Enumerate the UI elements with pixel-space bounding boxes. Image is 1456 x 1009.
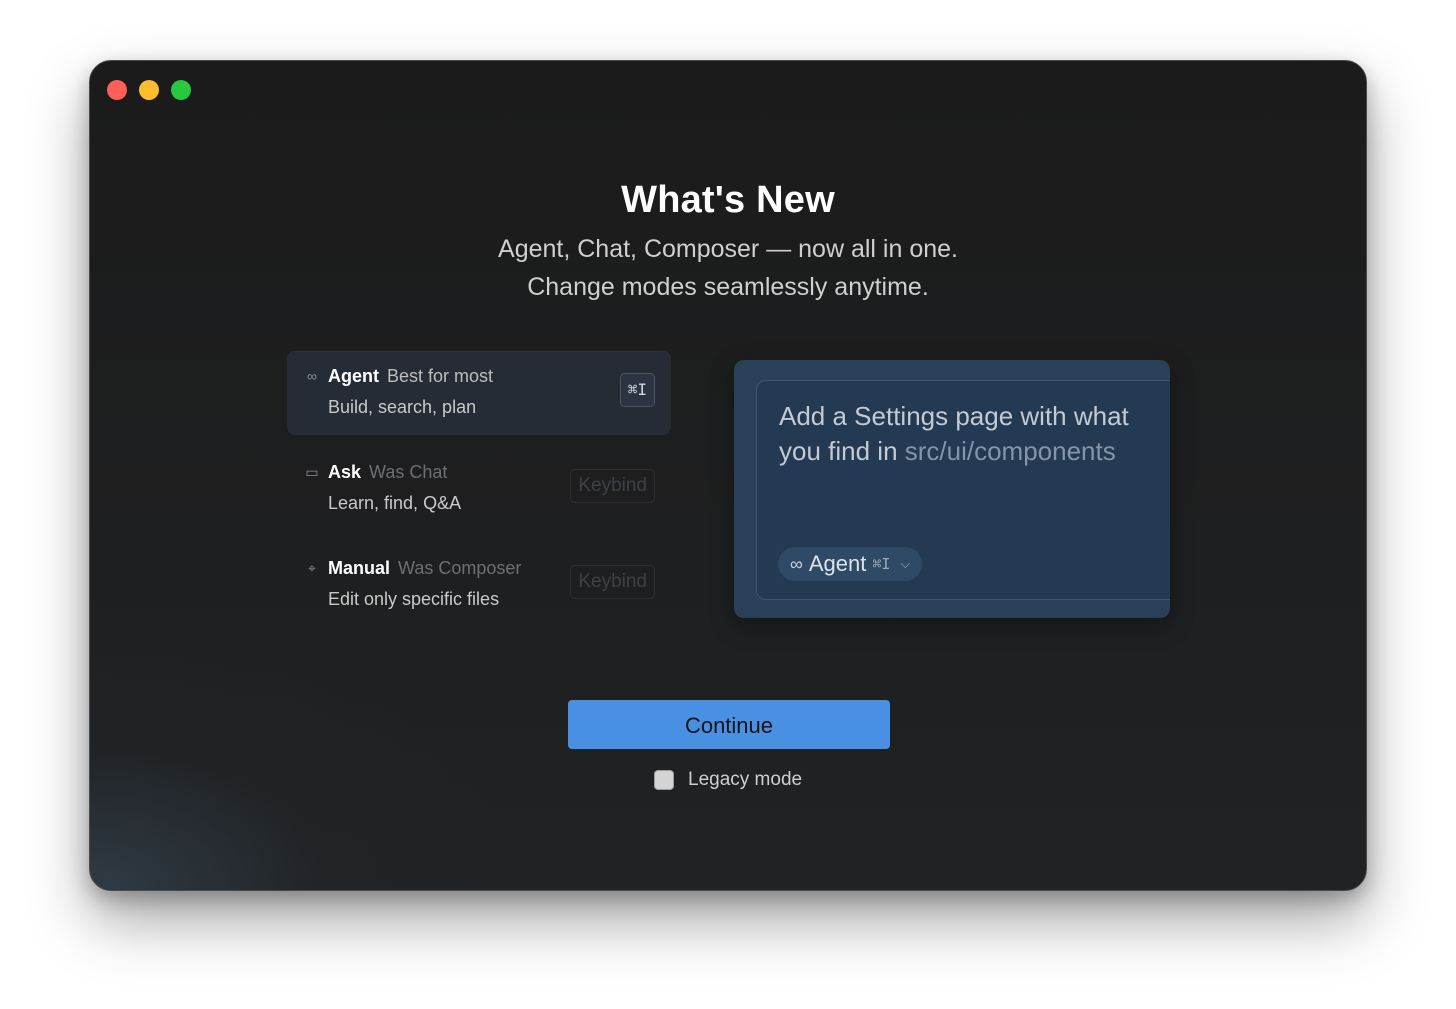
mode-description: Learn, find, Q&A (328, 493, 462, 513)
close-window-button[interactable] (107, 80, 127, 100)
mode-list: ∞ Agent Best for most Build, search, plan… (287, 351, 671, 639)
mode-option-manual[interactable]: ⌖ Manual Was Composer Edit only specific … (287, 543, 671, 627)
window-controls (107, 80, 191, 100)
mode-name: Manual (328, 558, 391, 578)
mode-hint: Was Composer (398, 558, 522, 578)
maximize-window-button[interactable] (171, 80, 191, 100)
chevron-down-icon: ⌵ (900, 556, 911, 571)
continue-button[interactable]: Continue (568, 700, 890, 749)
infinity-icon: ∞ (307, 368, 317, 384)
chat-bubble-icon: ▭ (305, 464, 319, 480)
mode-name: Agent (328, 366, 379, 386)
keybind-badge[interactable]: Keybind (570, 469, 655, 503)
legacy-mode-toggle[interactable]: Legacy mode (654, 769, 802, 791)
page-title: What's New (621, 179, 835, 221)
preview-composer: Add a Settings page with what you find i… (756, 380, 1170, 600)
keybind-badge[interactable]: ⌘I (619, 373, 655, 407)
mode-preview-panel: Add a Settings page with what you find i… (734, 360, 1170, 618)
keybind-badge[interactable]: Keybind (570, 565, 655, 599)
mode-selector-keybind: ⌘I (872, 555, 891, 573)
legacy-mode-label: Legacy mode (688, 769, 803, 790)
mode-selector-label: Agent (808, 551, 867, 576)
subtitle-line-1: Agent, Chat, Composer — now all in one. (498, 235, 958, 263)
subtitle-line-2: Change modes seamlessly anytime. (527, 273, 929, 301)
mode-description: Edit only specific files (328, 589, 500, 609)
mode-description: Build, search, plan (328, 397, 477, 417)
mode-option-ask[interactable]: ▭ Ask Was Chat Learn, find, Q&A Keybind (287, 447, 671, 531)
whats-new-window: What's New Agent, Chat, Composer — now a… (89, 60, 1367, 891)
crosshair-icon: ⌖ (308, 560, 316, 576)
infinity-icon: ∞ (790, 553, 803, 574)
mode-name: Ask (328, 462, 362, 482)
minimize-window-button[interactable] (139, 80, 159, 100)
legacy-mode-checkbox[interactable] (654, 770, 674, 790)
mode-selector-pill[interactable]: ∞ Agent ⌘I ⌵ (778, 547, 923, 581)
mode-hint: Best for most (387, 366, 494, 386)
mode-hint: Was Chat (369, 462, 448, 482)
mode-option-agent[interactable]: ∞ Agent Best for most Build, search, plan… (287, 351, 671, 435)
prompt-path: src/ui/components (904, 436, 1116, 466)
preview-prompt: Add a Settings page with what you find i… (779, 399, 1149, 469)
